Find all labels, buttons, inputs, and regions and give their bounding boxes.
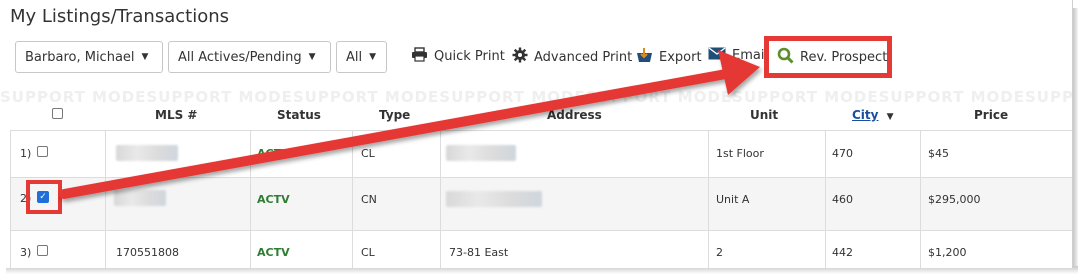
listings-panel: My Listings/Transactions Barbaro, Michae… <box>0 0 1073 268</box>
annotation-arrow <box>59 50 760 199</box>
